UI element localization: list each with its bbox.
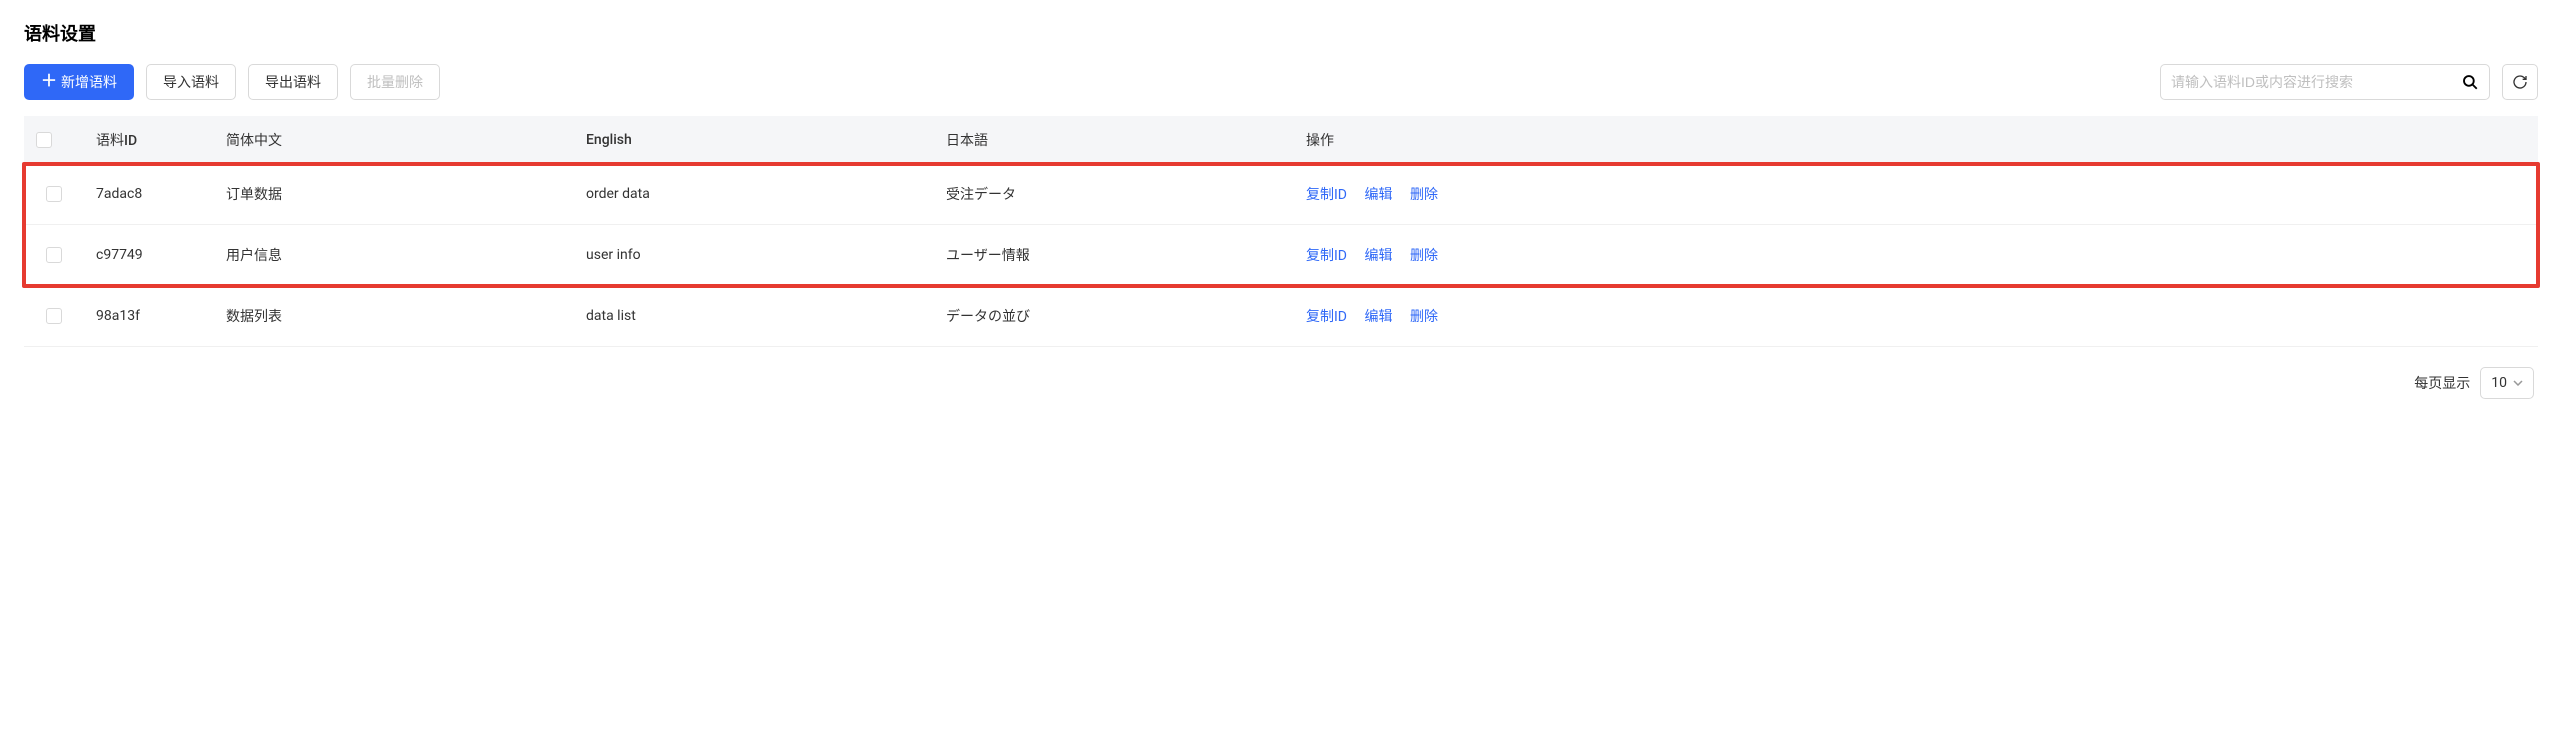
header-ja: 日本語 bbox=[934, 116, 1294, 164]
refresh-button[interactable] bbox=[2502, 64, 2538, 100]
row-checkbox-cell bbox=[24, 164, 84, 225]
chevron-down-icon bbox=[2513, 380, 2523, 386]
row-checkbox-cell bbox=[24, 286, 84, 347]
page-title: 语料设置 bbox=[24, 20, 2538, 46]
header-id: 语料ID bbox=[84, 116, 214, 164]
row-checkbox[interactable] bbox=[46, 308, 62, 324]
header-action: 操作 bbox=[1294, 116, 2538, 164]
delete-link[interactable]: 删除 bbox=[1410, 309, 1438, 325]
delete-link[interactable]: 删除 bbox=[1410, 187, 1438, 203]
row-checkbox-cell bbox=[24, 225, 84, 286]
copy-id-link[interactable]: 复制ID bbox=[1306, 248, 1347, 264]
row-checkbox[interactable] bbox=[46, 186, 62, 202]
cell-ja: 受注データ bbox=[934, 164, 1294, 225]
cell-en: order data bbox=[574, 164, 934, 225]
refresh-icon bbox=[2512, 74, 2528, 90]
toolbar-right bbox=[2160, 64, 2538, 100]
cell-en: user info bbox=[574, 225, 934, 286]
import-corpus-label: 导入语料 bbox=[163, 72, 219, 92]
export-corpus-button[interactable]: 导出语料 bbox=[248, 64, 338, 100]
batch-delete-button: 批量删除 bbox=[350, 64, 440, 100]
header-zh: 简体中文 bbox=[214, 116, 574, 164]
cell-zh: 数据列表 bbox=[214, 286, 574, 347]
search-input[interactable] bbox=[2171, 74, 2453, 90]
search-button[interactable] bbox=[2453, 73, 2479, 91]
cell-ja: ユーザー情報 bbox=[934, 225, 1294, 286]
table-wrapper: 语料ID 简体中文 English 日本語 操作 7adac8 订单数据 ord… bbox=[24, 116, 2538, 347]
page-size-value: 10 bbox=[2491, 375, 2507, 391]
cell-en: data list bbox=[574, 286, 934, 347]
cell-actions: 复制ID 编辑 删除 bbox=[1294, 286, 2538, 347]
table-row: 98a13f 数据列表 data list データの並び 复制ID 编辑 删除 bbox=[24, 286, 2538, 347]
page-size-select[interactable]: 10 bbox=[2480, 367, 2534, 399]
search-icon bbox=[2461, 73, 2479, 91]
edit-link[interactable]: 编辑 bbox=[1364, 309, 1392, 325]
plus-icon: ＋ bbox=[41, 74, 57, 90]
cell-actions: 复制ID 编辑 删除 bbox=[1294, 225, 2538, 286]
corpus-table: 语料ID 简体中文 English 日本語 操作 7adac8 订单数据 ord… bbox=[24, 116, 2538, 347]
toolbar: ＋ 新增语料 导入语料 导出语料 批量删除 bbox=[24, 64, 2538, 100]
table-header-row: 语料ID 简体中文 English 日本語 操作 bbox=[24, 116, 2538, 164]
edit-link[interactable]: 编辑 bbox=[1364, 187, 1392, 203]
add-corpus-label: 新增语料 bbox=[61, 72, 117, 92]
select-all-checkbox[interactable] bbox=[36, 132, 52, 148]
batch-delete-label: 批量删除 bbox=[367, 72, 423, 92]
cell-zh: 用户信息 bbox=[214, 225, 574, 286]
add-corpus-button[interactable]: ＋ 新增语料 bbox=[24, 64, 134, 100]
toolbar-left: ＋ 新增语料 导入语料 导出语料 批量删除 bbox=[24, 64, 440, 100]
header-checkbox-cell bbox=[24, 116, 84, 164]
header-en: English bbox=[574, 116, 934, 164]
cell-ja: データの並び bbox=[934, 286, 1294, 347]
export-corpus-label: 导出语料 bbox=[265, 72, 321, 92]
copy-id-link[interactable]: 复制ID bbox=[1306, 187, 1347, 203]
cell-id: c97749 bbox=[84, 225, 214, 286]
table-row: c97749 用户信息 user info ユーザー情報 复制ID 编辑 删除 bbox=[24, 225, 2538, 286]
cell-zh: 订单数据 bbox=[214, 164, 574, 225]
copy-id-link[interactable]: 复制ID bbox=[1306, 309, 1347, 325]
cell-actions: 复制ID 编辑 删除 bbox=[1294, 164, 2538, 225]
edit-link[interactable]: 编辑 bbox=[1364, 248, 1392, 264]
delete-link[interactable]: 删除 bbox=[1410, 248, 1438, 264]
search-wrapper bbox=[2160, 64, 2490, 100]
import-corpus-button[interactable]: 导入语料 bbox=[146, 64, 236, 100]
cell-id: 98a13f bbox=[84, 286, 214, 347]
row-checkbox[interactable] bbox=[46, 247, 62, 263]
pagination: 每页显示 10 bbox=[24, 367, 2538, 399]
cell-id: 7adac8 bbox=[84, 164, 214, 225]
table-row: 7adac8 订单数据 order data 受注データ 复制ID 编辑 删除 bbox=[24, 164, 2538, 225]
page-size-label: 每页显示 bbox=[2414, 373, 2470, 393]
